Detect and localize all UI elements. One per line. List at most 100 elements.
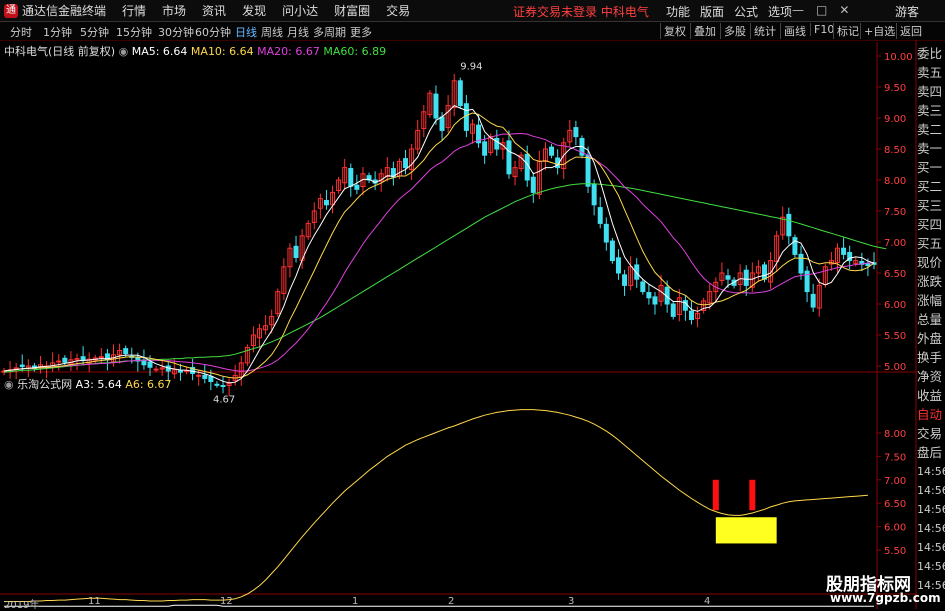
quote-label: 现价 [917,255,943,270]
quote-label: 买二 [917,179,943,194]
candle-body [652,296,658,305]
candle-body [622,274,628,286]
a3-line [4,604,874,607]
price-axis-label: 5.50 [884,331,906,342]
quote-label: 卖二 [917,122,943,137]
candle-body [646,292,652,299]
trade-time: 14:56 [917,465,945,478]
price-axis-label: 5.00 [884,362,906,373]
trade-tab[interactable]: 交易 [917,424,945,443]
candle-body [214,383,220,386]
candle-body [56,360,62,363]
date-tick: 1 [352,596,359,607]
trade-time: 14:56 [917,522,945,535]
chart-area[interactable]: 9.94 4.67 10.00 9.50 9.00 8.50 8.00 7.50 7.00 6.… [0,0,945,609]
price-axis-label: 9.00 [884,114,906,125]
a6-line [4,409,868,602]
main-legend: 中科电气(日线 前复权) ◉ MA5: 6.64 MA10: 6.64 MA20… [4,43,386,59]
candle-body [463,103,469,131]
high-price-label: 9.94 [460,62,482,73]
ind-axis-label: 6.50 [884,499,906,510]
candle-body [585,154,591,187]
quote-label: 买一 [917,160,943,175]
candle-body [640,281,646,293]
quote-label: 卖三 [917,103,943,118]
candle-body [457,80,463,107]
indicator-legend: ◉ 乐淘公式网 A3: 5.64 A6: 6.67 [4,376,172,392]
signal-box [715,517,777,544]
candle-body [761,264,767,280]
candle-body [743,269,749,286]
candle-body [688,310,694,321]
quote-panel: 委比 卖五 卖四 卖三 卖二 卖一 买一 买二 买三 买四 买五 现价 涨跌 涨… [917,44,945,595]
candle-body [591,183,597,206]
ind-axis-label: 7.00 [884,476,906,487]
candle-body [494,137,500,150]
settings-icon[interactable]: ◉ [119,45,129,58]
candle-body [603,223,609,243]
indicator-settings-icon[interactable]: ◉ [4,378,14,391]
ma60-value: MA60: 6.89 [323,45,387,58]
quote-label: 总量 [917,312,943,327]
quote-label: 卖四 [917,84,943,99]
price-axis-label: 8.50 [884,145,906,156]
price-axis-label: 10.00 [884,52,913,63]
candle-body [147,361,153,368]
candle-body [670,303,676,317]
candle-body [196,374,202,377]
ma5-value: MA5: 6.64 [131,45,188,58]
ind-axis-label: 7.50 [884,452,906,463]
watermark-url: www.7gpzb.com [830,591,941,605]
quote-label: 买三 [917,198,943,213]
a3-value: A3: 5.64 [75,378,122,391]
signal-bar [712,479,719,511]
candle-body [202,374,208,379]
quote-label: 买四 [917,217,943,232]
ma20-value: MA20: 6.67 [257,45,320,58]
price-axis-label: 9.50 [884,83,906,94]
quote-label: 买五 [917,236,943,251]
candle-body [323,199,329,206]
candle-body [403,158,409,169]
quote-label: 换手 [917,350,943,365]
candle-body [123,348,129,355]
candle-body [293,245,299,258]
candle-body [798,253,804,274]
candle-body [530,176,536,193]
candle-body [841,247,847,255]
ma5-line [3,105,875,384]
trade-time: 14:56 [917,484,945,497]
quote-label: 卖一 [917,141,943,156]
quote-label: 委比 [917,46,943,61]
quote-label: 收益 [917,388,943,403]
candle-body [792,237,798,255]
candle-body [615,257,621,274]
after-hours-tab[interactable]: 盘后 [917,443,945,462]
quote-label: 外盘 [917,331,943,346]
quote-label: 涨幅 [917,293,943,308]
candle-body [609,240,615,262]
candle-body [220,385,226,388]
date-tick: 12 [220,596,233,607]
candle-body [439,116,445,131]
quote-label: 涨跌 [917,274,943,289]
ind-axis-label: 5.50 [884,546,906,557]
candle-body [153,368,159,371]
candle-body [573,127,579,138]
auto-toggle[interactable]: 自动 [917,405,945,424]
price-axis-label: 7.50 [884,207,906,218]
candle-body [348,168,354,187]
trade-time: 14:56 [917,541,945,554]
candle-body [433,93,439,119]
price-axis-label: 7.00 [884,238,906,249]
price-axis-label: 6.50 [884,269,906,280]
ma10-value: MA10: 6.64 [190,45,254,58]
date-tick: 11 [88,596,101,607]
candle-body [725,275,731,280]
candle-body [549,146,555,156]
candle-body [19,364,25,368]
indicator-name: 乐淘公式网 [17,378,73,391]
candle-body [506,140,512,175]
price-axis-label: 8.00 [884,176,906,187]
candle-body [98,356,104,359]
